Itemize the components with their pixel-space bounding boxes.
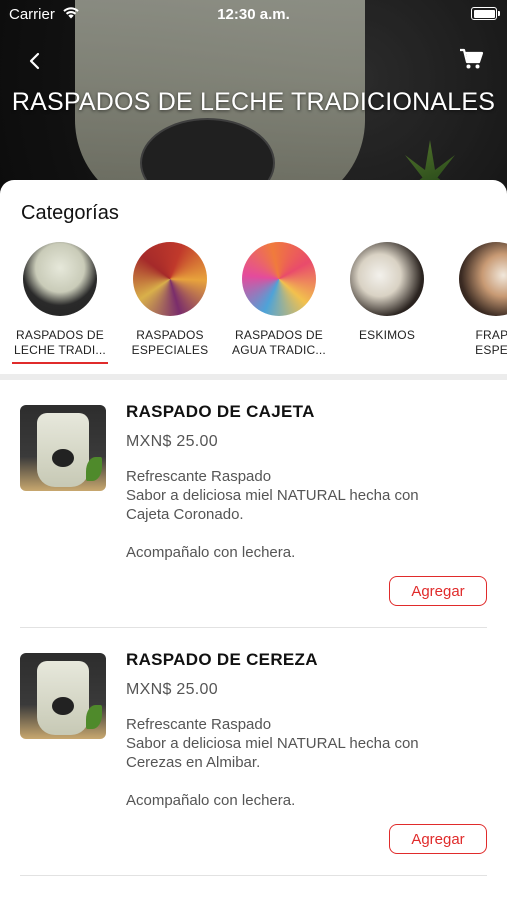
battery-icon	[471, 7, 500, 20]
product-image	[20, 653, 106, 739]
category-image	[350, 242, 424, 316]
product-name: RASPADO DE CEREZA	[126, 650, 318, 669]
category-label: FRAPP ESPEC	[475, 328, 507, 357]
category-image	[459, 242, 507, 316]
product-description: Refrescante Raspado Sabor a deliciosa mi…	[126, 468, 419, 561]
product-card[interactable]: RASPADO DE CAJETA MXN$ 25.00 Refrescante…	[0, 380, 507, 628]
category-label: RASPADOS DE AGUA TRADIC...	[232, 328, 326, 357]
category-label: ESKIMOS	[358, 328, 416, 342]
page-title: RASPADOS DE LECHE TRADICIONALES	[11, 88, 496, 116]
category-label: RASPADOS ESPECIALES	[131, 328, 209, 357]
product-price: MXN$ 25.00	[126, 433, 218, 450]
product-image	[20, 405, 106, 491]
add-button[interactable]: Agregar	[389, 824, 487, 854]
product-divider	[20, 875, 487, 876]
category-image	[242, 242, 316, 316]
category-image	[133, 242, 207, 316]
product-card[interactable]: RASPADO DE CEREZA MXN$ 25.00 Refrescante…	[0, 628, 507, 876]
category-raspados-agua[interactable]: RASPADOS DE AGUA TRADIC...	[224, 242, 334, 370]
product-description: Refrescante Raspado Sabor a deliciosa mi…	[126, 716, 419, 809]
category-selected-indicator	[12, 362, 108, 364]
status-bar: Carrier 12:30 a.m.	[0, 0, 507, 28]
categories-carousel[interactable]: RASPADOS DE LECHE TRADI... RASPADOS ESPE…	[0, 242, 507, 370]
clock-time: 12:30 a.m.	[217, 6, 290, 23]
header-banner: Carrier 12:30 a.m. RASPADOS DE LECHE TRA…	[0, 0, 507, 196]
category-raspados-especiales[interactable]: RASPADOS ESPECIALES	[115, 242, 225, 370]
category-raspados-leche[interactable]: RASPADOS DE LECHE TRADI...	[5, 242, 115, 370]
add-button[interactable]: Agregar	[389, 576, 487, 606]
categories-heading: Categorías	[21, 202, 119, 224]
back-chevron-icon[interactable]	[22, 48, 48, 74]
product-name: RASPADO DE CAJETA	[126, 402, 315, 421]
category-frappes[interactable]: FRAPP ESPEC	[441, 242, 507, 370]
content-sheet: Categorías RASPADOS DE LECHE TRADI... RA…	[0, 180, 507, 900]
category-label: RASPADOS DE LECHE TRADI...	[14, 328, 106, 357]
product-price: MXN$ 25.00	[126, 681, 218, 698]
category-eskimos[interactable]: ESKIMOS	[332, 242, 442, 370]
cart-icon[interactable]	[458, 46, 484, 72]
category-image	[23, 242, 97, 316]
